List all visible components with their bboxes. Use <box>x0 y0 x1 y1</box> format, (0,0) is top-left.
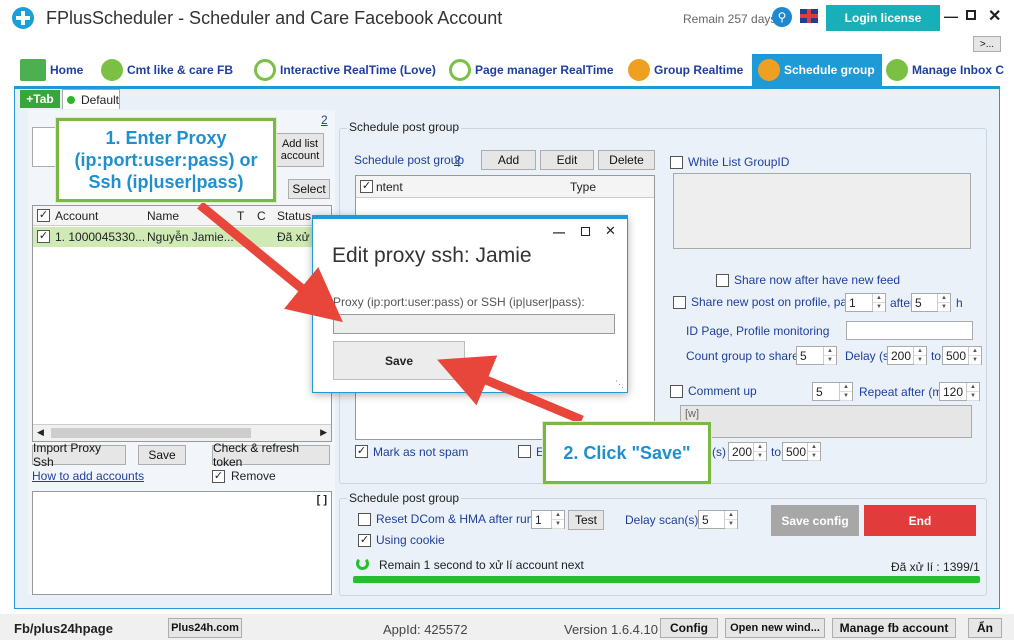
instruction-arrows <box>197 201 584 425</box>
arrow-to-save-button <box>437 355 584 425</box>
arrow-to-proxy-input <box>197 201 343 323</box>
callout-enter-proxy: 1. Enter Proxy (ip:port:user:pass) or Ss… <box>56 118 276 202</box>
callout-click-save: 2. Click "Save" <box>543 422 711 484</box>
